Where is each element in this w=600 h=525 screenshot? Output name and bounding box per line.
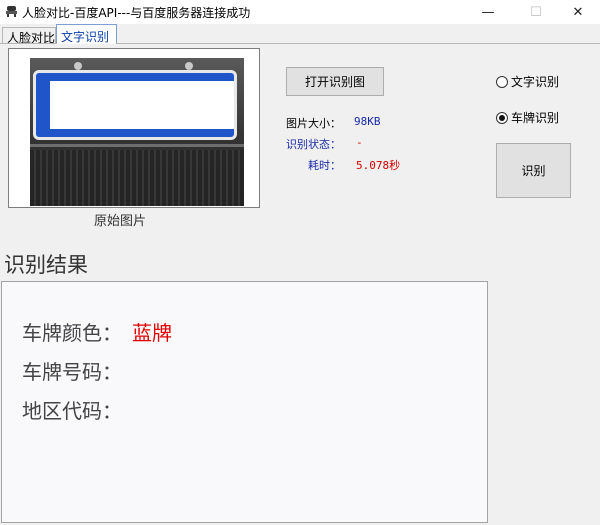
image-size-value: 98KB bbox=[354, 115, 381, 128]
time-value: 5.078秒 bbox=[356, 159, 401, 172]
image-caption: 原始图片 bbox=[94, 214, 147, 229]
maximize-icon[interactable]: ☐ bbox=[514, 0, 558, 24]
minimize-icon[interactable]: — bbox=[466, 0, 510, 24]
radio-circle-checked-icon[interactable] bbox=[496, 111, 508, 124]
image-size-label: 图片大小： bbox=[286, 117, 341, 130]
plate-color-label: 车牌颜色： bbox=[22, 321, 122, 345]
region-code-label: 地区代码： bbox=[22, 399, 122, 423]
status-value: - bbox=[356, 136, 363, 149]
plate-bolt-icon bbox=[74, 62, 82, 70]
title-bar: 人脸对比-百度API---与百度服务器连接成功 — ☐ ✕ bbox=[0, 0, 600, 24]
plate-color-value: 蓝牌 bbox=[132, 321, 172, 345]
app-icon bbox=[6, 6, 17, 17]
grille bbox=[30, 150, 244, 206]
close-icon[interactable]: ✕ bbox=[556, 0, 600, 24]
plate-bolt-icon bbox=[185, 62, 193, 70]
radio-label: 文字识别 bbox=[511, 75, 560, 89]
window-title: 人脸对比-百度API---与百度服务器连接成功 bbox=[22, 6, 251, 20]
license-plate-photo bbox=[30, 58, 244, 206]
tab-strip: 人脸对比 文字识别 bbox=[0, 24, 600, 45]
plate-number-mask bbox=[50, 81, 234, 129]
time-label: 耗时： bbox=[308, 159, 341, 172]
radio-label: 车牌识别 bbox=[511, 111, 560, 125]
radio-plate-recognition[interactable]: 车牌识别 bbox=[496, 109, 559, 126]
license-plate bbox=[33, 70, 237, 140]
radio-circle-icon[interactable] bbox=[496, 75, 508, 88]
plate-number-label: 车牌号码： bbox=[22, 360, 122, 384]
status-label: 识别状态： bbox=[286, 138, 341, 151]
open-image-button[interactable]: 打开识别图 bbox=[286, 67, 384, 96]
result-panel: 车牌颜色： 蓝牌 车牌号码： 地区代码： bbox=[1, 281, 488, 523]
tab-text-recognition[interactable]: 文字识别 bbox=[56, 24, 117, 44]
bumper bbox=[30, 144, 244, 147]
radio-text-recognition[interactable]: 文字识别 bbox=[496, 73, 559, 90]
original-image-panel bbox=[8, 48, 260, 208]
tab-face-compare[interactable]: 人脸对比 bbox=[2, 27, 56, 45]
result-title: 识别结果 bbox=[4, 253, 88, 277]
recognize-button[interactable]: 识别 bbox=[496, 143, 571, 198]
